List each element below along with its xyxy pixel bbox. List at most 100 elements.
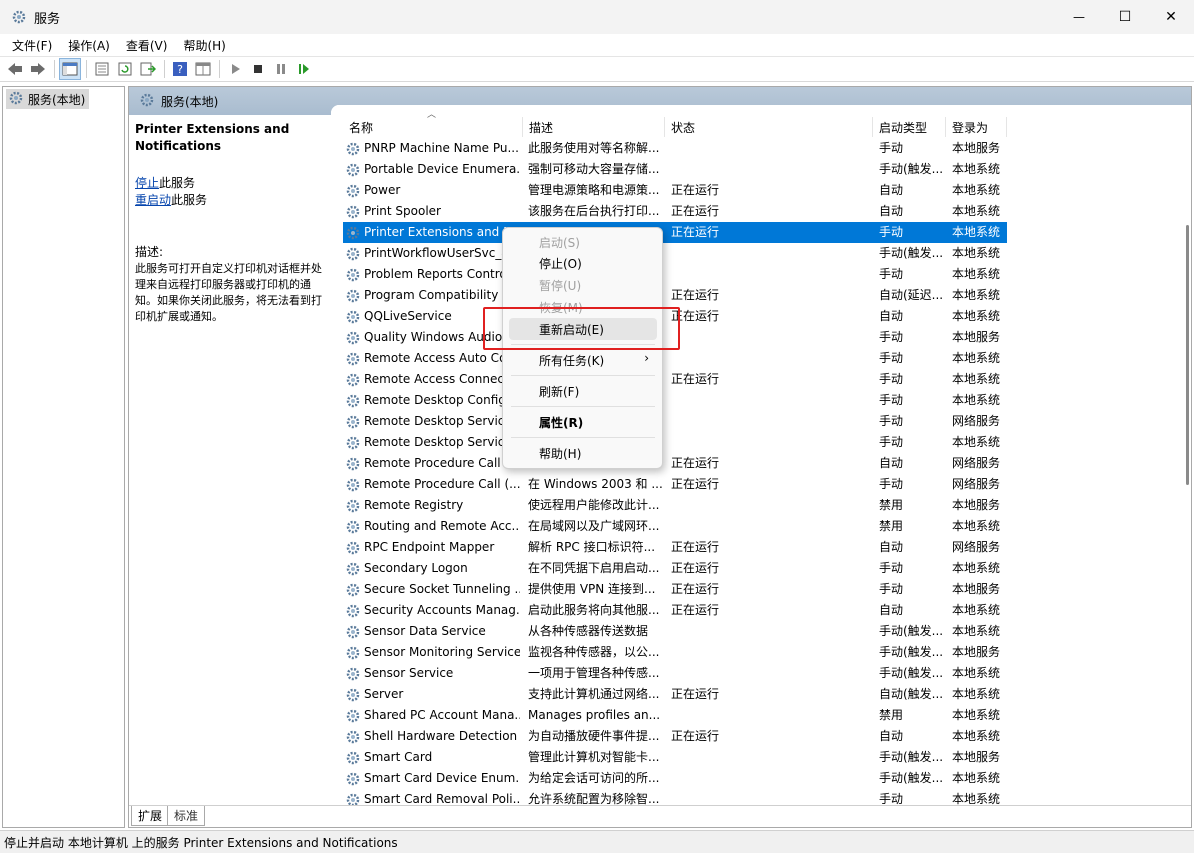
status-bar: 停止并启动 本地计算机 上的服务 Printer Extensions and …	[0, 830, 1194, 853]
table-row[interactable]: Shared PC Account Mana... Manages profile…	[343, 705, 1007, 726]
service-name: Server	[364, 687, 404, 701]
menu-item-pause: 暂停(U)	[539, 278, 582, 293]
column-status-label: 状态	[671, 120, 696, 135]
tree-item-services-local[interactable]: 服务(本地)	[6, 89, 90, 109]
forward-icon[interactable]	[27, 58, 49, 80]
column-desc-label: 描述	[529, 120, 554, 135]
service-description: 从各种传感器传送数据	[528, 624, 649, 638]
table-row[interactable]: Remote Procedure CallRPCSS 服务是 COM...正在运…	[343, 453, 1007, 474]
service-status: 正在运行	[671, 729, 720, 743]
table-row[interactable]: Printer Extensions and N 正在运行 手动 本地系统	[343, 222, 1007, 243]
service-status: 正在运行	[671, 204, 720, 218]
restart-service-icon[interactable]	[293, 58, 315, 80]
menu-item-properties[interactable]: 属性(R)	[509, 411, 657, 433]
table-row[interactable]: Sensor Service 一项用于管理各种传感... 手动(触发... 本地系统	[343, 663, 1007, 684]
maximize-button[interactable]: ☐	[1102, 0, 1148, 34]
stop-service-link[interactable]: 停止	[135, 176, 159, 190]
column-header-startup-type[interactable]: 启动类型	[873, 117, 946, 137]
table-row[interactable]: Smart Card Device Enum... 为给定会话可访问的所... 手动…	[343, 768, 1007, 789]
service-startup-type: 手动(触发...	[879, 666, 944, 680]
menu-item-all-tasks[interactable]: 所有任务(K) ›	[509, 349, 657, 371]
table-row[interactable]: Program Compatibility A 正在运行 自动(延迟... 本地系统	[343, 285, 1007, 306]
menu-item-help[interactable]: 帮助(H)	[509, 442, 657, 464]
restart-service-link[interactable]: 重启动	[135, 193, 171, 207]
vertical-scrollbar[interactable]	[1186, 225, 1189, 485]
service-status: 正在运行	[671, 582, 720, 596]
table-row[interactable]: Server 支持此计算机通过网络... 正在运行 自动(触发... 本地系统	[343, 684, 1007, 705]
menu-file[interactable]: 文件(F)	[4, 37, 60, 54]
service-logon-as: 本地系统	[952, 393, 1001, 407]
service-gear-icon	[345, 663, 361, 684]
service-logon-as: 本地系统	[952, 729, 1001, 743]
table-row[interactable]: Remote Desktop Service 手动 网络服务	[343, 411, 1007, 432]
service-description: 一项用于管理各种传感...	[528, 666, 660, 680]
minimize-button[interactable]: —	[1056, 0, 1102, 34]
table-row[interactable]: Remote Registry 使远程用户能修改此计... 禁用 本地服务	[343, 495, 1007, 516]
close-button[interactable]: ✕	[1148, 0, 1194, 34]
menu-item-refresh[interactable]: 刷新(F)	[509, 380, 657, 402]
column-header-name[interactable]: 名称	[343, 117, 523, 137]
menu-item-stop[interactable]: 停止(O)	[509, 252, 657, 274]
table-row[interactable]: Remote Access Auto Co 手动 本地系统	[343, 348, 1007, 369]
service-gear-icon	[345, 726, 361, 747]
service-description: Manages profiles an...	[528, 708, 661, 722]
service-startup-type: 手动	[879, 792, 904, 805]
table-row[interactable]: Power 管理电源策略和电源策... 正在运行 自动 本地系统	[343, 180, 1007, 201]
services-gear-icon	[8, 90, 24, 109]
table-row[interactable]: Portable Device Enumera... 强制可移动大容量存储... 手…	[343, 159, 1007, 180]
column-header-status[interactable]: 状态	[665, 117, 873, 137]
table-row[interactable]: Security Accounts Manag... 启动此服务将向其他服... 正…	[343, 600, 1007, 621]
back-icon[interactable]	[4, 58, 26, 80]
properties-list-icon[interactable]	[91, 58, 113, 80]
table-row[interactable]: Shell Hardware Detection 为自动播放硬件事件提... 正在运…	[343, 726, 1007, 747]
column-header-description[interactable]: 描述	[523, 117, 665, 137]
table-row[interactable]: Secure Socket Tunneling ... 提供使用 VPN 连接到.…	[343, 579, 1007, 600]
service-description: 强制可移动大容量存储...	[528, 162, 660, 176]
table-row[interactable]: Sensor Data Service 从各种传感器传送数据 手动(触发... 本地系…	[343, 621, 1007, 642]
table-row[interactable]: Remote Procedure Call (... 在 Windows 2003…	[343, 474, 1007, 495]
tab-standard[interactable]: 标准	[167, 806, 206, 826]
tree-item-label: 服务(本地)	[28, 92, 86, 107]
menu-view[interactable]: 查看(V)	[118, 37, 176, 54]
service-gear-icon	[345, 453, 361, 474]
table-row[interactable]: Secondary Logon 在不同凭据下启用启动... 正在运行 手动 本地系统	[343, 558, 1007, 579]
table-row[interactable]: PNRP Machine Name Pu... 此服务使用对等名称解... 手动 本地…	[343, 138, 1007, 159]
service-startup-type: 手动	[879, 225, 904, 239]
table-row[interactable]: Smart Card 管理此计算机对智能卡... 手动(触发... 本地服务	[343, 747, 1007, 768]
table-row[interactable]: Remote Desktop Config 手动 本地系统	[343, 390, 1007, 411]
service-startup-type: 自动	[879, 456, 904, 470]
service-description: 此服务使用对等名称解...	[528, 141, 660, 155]
service-status	[671, 747, 871, 768]
service-gear-icon	[345, 684, 361, 705]
service-gear-icon	[345, 348, 361, 369]
table-row[interactable]: Problem Reports Contro 手动 本地系统	[343, 264, 1007, 285]
table-row[interactable]: Print Spooler 该服务在后台执行打印... 正在运行 自动 本地系统	[343, 201, 1007, 222]
console-tree-icon[interactable]	[59, 58, 81, 80]
menu-help[interactable]: 帮助(H)	[175, 37, 233, 54]
refresh-icon[interactable]	[114, 58, 136, 80]
pause-service-icon[interactable]	[270, 58, 292, 80]
view-tabs: 扩展 标准	[129, 805, 1191, 827]
service-logon-as: 网络服务	[952, 456, 1001, 470]
menu-action[interactable]: 操作(A)	[60, 37, 118, 54]
export-icon[interactable]	[137, 58, 159, 80]
table-row[interactable]: Smart Card Removal Poli... 允许系统配置为移除智... 手…	[343, 789, 1007, 805]
column-header-logon-as[interactable]: 登录为	[946, 117, 1007, 137]
table-row[interactable]: Routing and Remote Acc... 在局域网以及广域网环... 禁用…	[343, 516, 1007, 537]
table-row[interactable]: Remote Access Connect 正在运行 手动 本地系统	[343, 369, 1007, 390]
stop-service-icon[interactable]	[247, 58, 269, 80]
tab-extended[interactable]: 扩展	[131, 806, 170, 826]
service-startup-type: 自动(触发...	[879, 687, 944, 701]
table-row[interactable]: RPC Endpoint Mapper 解析 RPC 接口标识符... 正在运行 自动…	[343, 537, 1007, 558]
service-startup-type: 手动	[879, 393, 904, 407]
service-status: 正在运行	[671, 456, 720, 470]
service-description: 在 Windows 2003 和 ...	[528, 477, 663, 491]
help-icon[interactable]: ?	[169, 58, 191, 80]
service-description: 解析 RPC 接口标识符...	[528, 540, 656, 554]
service-logon-as: 本地系统	[952, 267, 1001, 281]
table-row[interactable]: Sensor Monitoring Service 监视各种传感器，以公... 手动…	[343, 642, 1007, 663]
table-row[interactable]: Remote Desktop Service 手动 本地系统	[343, 432, 1007, 453]
view-icon[interactable]	[192, 58, 214, 80]
start-service-icon[interactable]	[224, 58, 246, 80]
table-row[interactable]: PrintWorkflowUserSvc_4 手动(触发... 本地系统	[343, 243, 1007, 264]
